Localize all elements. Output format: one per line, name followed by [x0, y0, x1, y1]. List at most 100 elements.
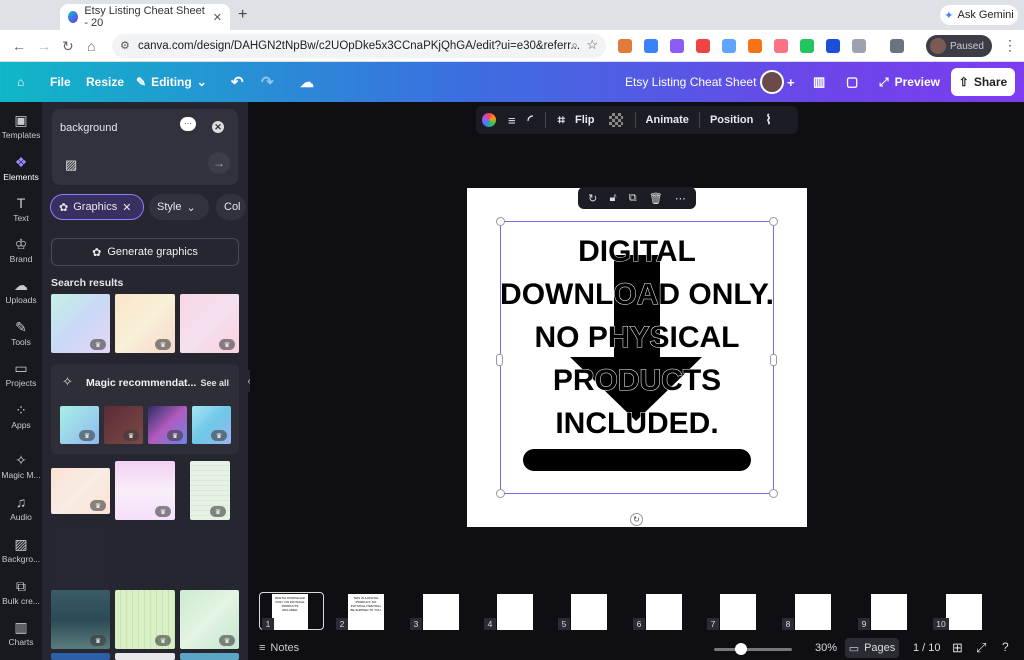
recommendation-thumbnail[interactable]: ♛: [60, 406, 99, 444]
insights-chart-icon[interactable]: ▥: [813, 62, 825, 102]
image-search-icon[interactable]: ▨: [65, 157, 77, 173]
rail-item-tools[interactable]: ✎ Tools: [0, 313, 42, 353]
clear-search-icon[interactable]: ✕: [212, 121, 224, 133]
animate-button[interactable]: Animate: [646, 114, 689, 126]
result-thumbnail[interactable]: ♛: [51, 590, 110, 649]
browser-tab[interactable]: Etsy Listing Cheat Sheet - 20 ✕: [60, 4, 230, 30]
extension-star-icon[interactable]: [748, 39, 762, 53]
reload-icon[interactable]: ↻: [62, 38, 74, 55]
corner-rounding-icon[interactable]: ◜: [528, 112, 533, 128]
resize-handle[interactable]: [769, 217, 778, 226]
rotate-handle-icon[interactable]: ↻: [630, 513, 643, 526]
page-thumbnail[interactable]: [946, 594, 982, 630]
trash-icon[interactable]: 🗑︎: [649, 192, 663, 205]
help-icon[interactable]: ?: [1002, 640, 1009, 654]
extension-shield-icon[interactable]: [826, 39, 840, 53]
color-wheel-icon[interactable]: [482, 113, 496, 127]
rail-item-projects[interactable]: ▭ Projects: [0, 354, 42, 394]
add-collaborator-icon[interactable]: +: [787, 62, 795, 102]
result-thumbnail[interactable]: ♛: [115, 590, 175, 649]
resize-button[interactable]: Resize: [86, 62, 124, 102]
filter-chip-style[interactable]: Style ⌄: [149, 194, 209, 220]
extension-phone-icon[interactable]: [800, 39, 814, 53]
zoom-level[interactable]: 30%: [815, 642, 837, 654]
generate-graphics-button[interactable]: ✿ Generate graphics: [51, 238, 239, 266]
rail-item-background[interactable]: ▨ Backgro...: [0, 530, 42, 570]
regenerate-icon[interactable]: ↻: [588, 192, 597, 205]
rail-item-bulk-create[interactable]: ⧉ Bulk cre...: [0, 572, 42, 612]
pages-button[interactable]: ▭ Pages: [845, 638, 899, 658]
result-thumbnail[interactable]: ♛: [190, 461, 230, 520]
back-icon[interactable]: ←: [12, 38, 26, 54]
share-button[interactable]: ⇧ Share: [951, 68, 1015, 96]
page-thumbnail[interactable]: [871, 594, 907, 630]
resize-handle[interactable]: [770, 354, 777, 366]
rail-item-audio[interactable]: ♫ Audio: [0, 488, 42, 528]
preview-button[interactable]: ⤢ Preview: [879, 62, 940, 102]
crop-icon[interactable]: ⌗: [558, 112, 565, 128]
lock-icon[interactable]: 🔓︎: [609, 192, 616, 205]
url-field[interactable]: ⚙ canva.com/design/DAHGN2tNpBw/c2UOpDke5…: [112, 34, 606, 58]
page-thumbnail[interactable]: [571, 594, 607, 630]
result-thumbnail[interactable]: ♛: [180, 294, 239, 353]
rail-item-elements[interactable]: ❖ Elements: [0, 148, 42, 188]
result-thumbnail[interactable]: [115, 653, 175, 660]
profile-paused-button[interactable]: Paused: [926, 35, 992, 57]
rail-item-text[interactable]: T Text: [0, 189, 42, 229]
search-input[interactable]: background: [60, 122, 118, 134]
site-info-icon[interactable]: ⚙: [120, 39, 130, 52]
extension-c-icon[interactable]: [670, 39, 684, 53]
page-thumbnail[interactable]: DIGITAL DOWNLOAD ONLY. NO PHYSICAL PRODU…: [272, 594, 308, 630]
undo-icon[interactable]: ↶: [231, 62, 244, 102]
resize-handle[interactable]: [496, 217, 505, 226]
zoom-slider-handle[interactable]: [735, 643, 747, 655]
assistant-bubble-icon[interactable]: …: [180, 117, 196, 131]
result-thumbnail[interactable]: [51, 653, 110, 660]
result-thumbnail[interactable]: ♛: [51, 468, 110, 514]
more-options-icon[interactable]: ⋯: [675, 192, 686, 205]
flip-button[interactable]: Flip: [575, 114, 595, 126]
forward-icon[interactable]: →: [37, 38, 51, 54]
submit-search-icon[interactable]: →: [208, 152, 230, 174]
result-thumbnail-loading[interactable]: [51, 528, 110, 588]
grid-view-icon[interactable]: ⊞: [952, 640, 963, 656]
rail-item-charts[interactable]: ▥ Charts: [0, 613, 42, 653]
page-thumbnail[interactable]: [720, 594, 756, 630]
result-thumbnail[interactable]: [180, 653, 239, 660]
page-thumbnail[interactable]: [795, 594, 831, 630]
search-box[interactable]: background … ✕ ▨ →: [52, 109, 238, 185]
redo-icon[interactable]: ↷: [261, 62, 274, 102]
page-thumbnail[interactable]: [423, 594, 459, 630]
rail-item-uploads[interactable]: ☁ Uploads: [0, 271, 42, 311]
position-button[interactable]: Position: [710, 114, 753, 126]
bookmark-star-icon[interactable]: ☆: [586, 37, 598, 53]
paint-format-icon[interactable]: ⌇: [765, 112, 771, 128]
extension-red-icon[interactable]: [696, 39, 710, 53]
filter-chip-graphics[interactable]: ✿ Graphics ✕: [50, 194, 144, 220]
extension-v-icon[interactable]: [644, 39, 658, 53]
ask-gemini-button[interactable]: ✦ Ask Gemini: [940, 5, 1018, 25]
recommendation-thumbnail[interactable]: ♛: [148, 406, 187, 444]
result-thumbnail[interactable]: ♛: [180, 590, 239, 649]
resize-handle[interactable]: [496, 354, 503, 366]
zoom-icon[interactable]: ⌕: [571, 38, 578, 53]
extension-fox-icon[interactable]: [618, 39, 632, 53]
result-thumbnail[interactable]: ♛: [51, 294, 110, 353]
remove-filter-icon[interactable]: ✕: [122, 201, 131, 214]
result-thumbnail[interactable]: ♛: [115, 294, 175, 353]
comment-icon[interactable]: ▢: [846, 62, 858, 102]
recommendation-thumbnail[interactable]: ♛: [104, 406, 143, 444]
rail-item-templates[interactable]: ▣ Templates: [0, 106, 42, 146]
duplicate-icon[interactable]: ⧉: [629, 192, 637, 205]
filter-chip-color[interactable]: Col: [216, 194, 246, 220]
extension-doc-icon[interactable]: [722, 39, 736, 53]
page-thumbnail[interactable]: THIS IS A DIGITAL PRODUCT. NO PHYSICAL I…: [348, 594, 384, 630]
transparency-icon[interactable]: [608, 113, 623, 127]
cloud-sync-icon[interactable]: ☁: [300, 62, 314, 102]
fullscreen-icon[interactable]: ⤢: [976, 640, 986, 656]
result-thumbnail[interactable]: ♛: [115, 461, 175, 520]
side-panel-icon[interactable]: [890, 39, 904, 53]
collaborator-avatar[interactable]: [760, 70, 784, 94]
see-all-link[interactable]: See all: [200, 378, 229, 388]
rail-item-apps[interactable]: ⁘ Apps: [0, 396, 42, 436]
